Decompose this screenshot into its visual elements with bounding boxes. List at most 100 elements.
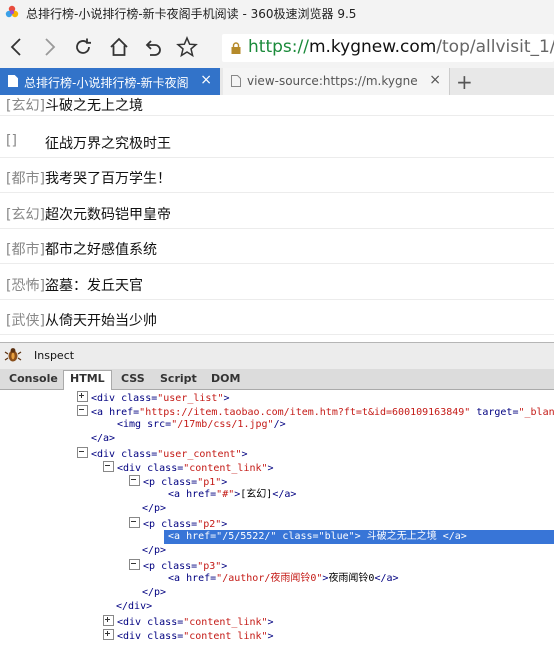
tab-html[interactable]: HTML: [63, 370, 112, 390]
tree-node[interactable]: <div class="content link">: [103, 628, 274, 642]
attr-value: "blue": [318, 531, 355, 542]
tab-console[interactable]: Console: [9, 372, 58, 385]
tag: <div: [117, 617, 148, 628]
attr-name: class=: [147, 617, 184, 628]
tree-node[interactable]: <div class="content_link">: [103, 614, 274, 628]
novel-title-link[interactable]: 盗墓：发丘天官: [45, 275, 143, 295]
category-link[interactable]: [都市]: [6, 239, 45, 259]
url-path: /top/allvisit_1/: [436, 37, 554, 57]
attr-name: target=: [470, 407, 519, 418]
tab-view-source[interactable]: view-source:https://m.kygnew ×: [223, 68, 450, 95]
tree-node[interactable]: </a>: [91, 432, 115, 446]
novel-title-link[interactable]: 都市之好感值系统: [45, 239, 157, 259]
attr-name: class=: [147, 463, 184, 474]
tag: <a: [168, 573, 187, 584]
back-icon[interactable]: [6, 36, 28, 58]
attr-value: "p2": [197, 519, 222, 530]
category-link[interactable]: [都市]: [6, 168, 45, 188]
address-bar[interactable]: https://m.kygnew.com/top/allvisit_1/: [222, 34, 554, 62]
attr-value: "user_list": [157, 393, 224, 404]
tree-node[interactable]: <p class="p1">: [129, 474, 227, 488]
tag: <p: [143, 519, 162, 530]
home-icon[interactable]: [108, 36, 130, 58]
collapse-icon[interactable]: [129, 517, 140, 528]
tab-close-icon[interactable]: ×: [429, 72, 441, 88]
undo-close-tab-icon[interactable]: [142, 36, 164, 58]
tag: <a: [91, 407, 110, 418]
tree-node[interactable]: </p>: [142, 544, 166, 558]
attr-value: "_blank": [518, 407, 554, 418]
list-item: [都市] 都市之好感值系统: [0, 229, 554, 264]
tree-node[interactable]: <div class="content_link">: [103, 460, 274, 474]
closing-tag: </a>: [442, 531, 467, 542]
window-titlebar: 总排行榜-小说排行榜-新卡夜阁手机阅读 - 360极速浏览器 9.5: [0, 0, 554, 26]
tag-end: >: [221, 561, 228, 572]
list-item: [玄幻] 超次元数码铠甲皇帝: [0, 194, 554, 229]
tag: <div: [91, 393, 122, 404]
tree-node[interactable]: </p>: [142, 502, 166, 516]
forward-icon[interactable]: [38, 36, 60, 58]
tag-end: >: [241, 449, 248, 460]
tree-node[interactable]: <p class="p2">: [129, 516, 227, 530]
attr-value: "/5/5522/": [216, 531, 277, 542]
closing-tag: </div>: [116, 601, 153, 612]
expand-icon[interactable]: [103, 629, 114, 640]
tree-node[interactable]: <div class="user_content">: [77, 446, 248, 460]
devtools-toolbar: Inspect: [0, 343, 554, 369]
collapse-icon[interactable]: [103, 461, 114, 472]
tree-node[interactable]: <p class="p3">: [129, 558, 227, 572]
tag-end: >: [267, 631, 274, 642]
category-link[interactable]: [恐怖]: [6, 275, 45, 295]
tab-close-icon[interactable]: ×: [200, 72, 212, 88]
attr-value: "user_content": [157, 449, 242, 460]
category-link[interactable]: []: [6, 133, 17, 149]
tree-node[interactable]: <div class="user_list">: [77, 390, 230, 404]
tree-node[interactable]: <a href="https://item.taobao.com/item.ht…: [77, 404, 554, 418]
new-tab-button[interactable]: +: [456, 70, 473, 94]
tab-dom[interactable]: DOM: [211, 372, 240, 385]
tree-node[interactable]: </p>: [142, 586, 166, 600]
tag-end: />: [273, 419, 286, 430]
collapse-icon[interactable]: [77, 447, 88, 458]
collapse-icon[interactable]: [129, 559, 140, 570]
tab-label: view-source:https://m.kygnew: [247, 74, 417, 88]
novel-title-link[interactable]: 超次元数码铠甲皇帝: [45, 204, 171, 224]
tab-ranking[interactable]: 总排行榜-小说排行榜-新卡夜阁 ×: [0, 68, 220, 95]
category-link[interactable]: [玄幻]: [6, 95, 45, 115]
expand-icon[interactable]: [103, 615, 114, 626]
closing-tag: </a>: [374, 573, 399, 584]
reload-icon[interactable]: [72, 36, 94, 58]
inspect-button[interactable]: Inspect: [34, 349, 74, 362]
attr-name: class=: [121, 393, 158, 404]
category-link[interactable]: [玄幻]: [6, 204, 45, 224]
bookmark-star-icon[interactable]: [176, 36, 198, 58]
tag-end: >: [221, 477, 228, 488]
novel-title-link[interactable]: 斗破之无上之境: [45, 95, 143, 115]
category-link[interactable]: [武侠]: [6, 310, 45, 330]
firebug-icon[interactable]: [4, 346, 22, 364]
collapse-icon[interactable]: [129, 475, 140, 486]
node-text: 斗破之无上之境: [360, 531, 443, 542]
expand-icon[interactable]: [77, 391, 88, 402]
novel-title-link[interactable]: 征战万界之究极时王: [45, 133, 171, 153]
list-item: [都市] 我考哭了百万学生！: [0, 158, 554, 193]
lock-icon: [231, 42, 241, 54]
tab-css[interactable]: CSS: [121, 372, 145, 385]
closing-tag: </p>: [142, 587, 167, 598]
novel-title-link[interactable]: 我考哭了百万学生！: [45, 168, 171, 188]
list-item: [恐怖] 盗墓：发丘天官: [0, 265, 554, 300]
tag: <a: [168, 489, 187, 500]
page-icon: [8, 75, 18, 87]
tree-node[interactable]: <a href="#">[玄幻]</a>: [168, 488, 296, 502]
tag-end: >: [267, 617, 274, 628]
tab-script[interactable]: Script: [160, 372, 197, 385]
collapse-icon[interactable]: [77, 405, 88, 416]
tree-node[interactable]: <img src="/17mb/css/1.jpg"/>: [117, 418, 286, 432]
tag-end: >: [267, 463, 274, 474]
tree-node[interactable]: </div>: [116, 600, 152, 614]
novel-title-link[interactable]: 从倚天开始当少帅: [45, 310, 157, 330]
window-title: 总排行榜-小说排行榜-新卡夜阁手机阅读 - 360极速浏览器 9.5: [26, 7, 357, 21]
tree-node[interactable]: <a href="/author/夜雨闻铃0">夜雨闻铃0</a>: [168, 572, 399, 586]
tag: <div: [117, 463, 148, 474]
tree-node-selected[interactable]: <a href="/5/5522/" class="blue"> 斗破之无上之境…: [164, 530, 554, 544]
